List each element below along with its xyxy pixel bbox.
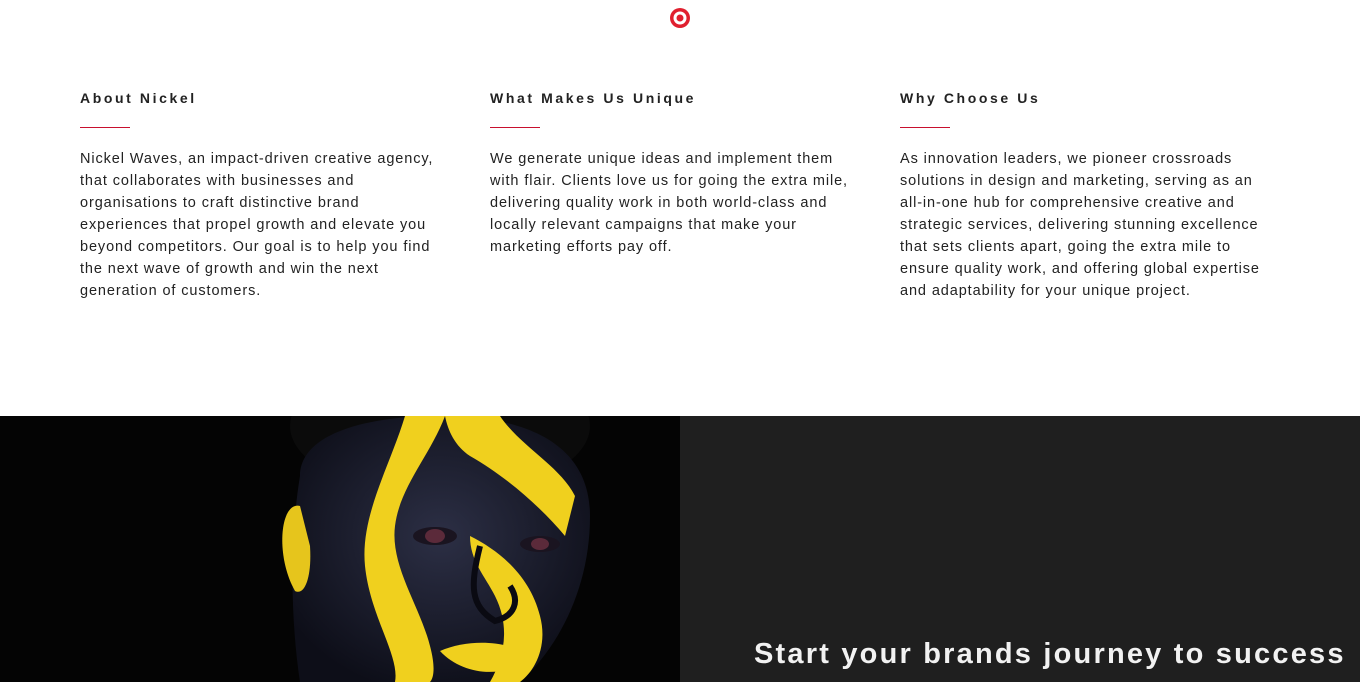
face-paint-photo	[0, 416, 680, 682]
cta-panel: Start your brands journey to success	[680, 416, 1360, 682]
why-title: Why Choose Us	[900, 90, 1041, 106]
target-icon	[669, 7, 691, 29]
unique-text: We generate unique ideas and implement t…	[490, 151, 848, 255]
title-divider	[490, 127, 540, 128]
cta-band: Start your brands journey to success	[0, 416, 1360, 682]
title-divider	[900, 127, 950, 128]
info-columns: About Nickel Nickel Waves, an impact-dri…	[80, 88, 1280, 302]
title-divider	[80, 127, 130, 128]
why-text: As innovation leaders, we pioneer crossr…	[900, 151, 1260, 299]
why-column: Why Choose Us As innovation leaders, we …	[900, 88, 1280, 302]
cta-title: Start your brands journey to success	[754, 638, 1346, 670]
about-title: About Nickel	[80, 90, 197, 106]
about-text: Nickel Waves, an impact-driven creative …	[80, 151, 434, 299]
about-column: About Nickel Nickel Waves, an impact-dri…	[80, 88, 490, 302]
unique-column: What Makes Us Unique We generate unique …	[490, 88, 900, 302]
unique-title: What Makes Us Unique	[490, 90, 697, 106]
